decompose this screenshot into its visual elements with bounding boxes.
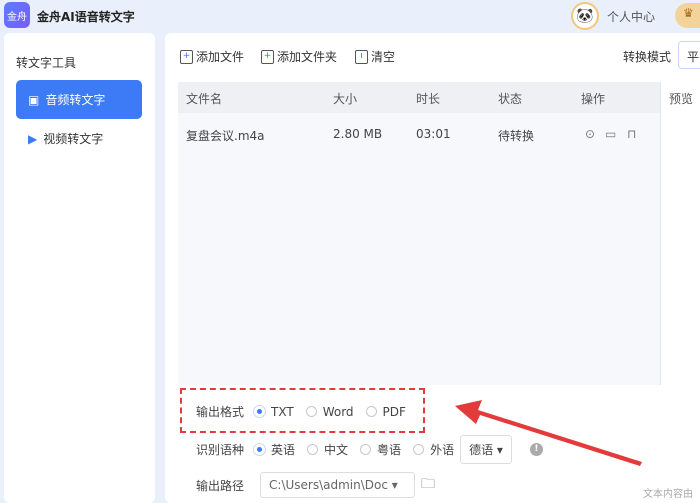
watermark: 文本内容由 <box>643 489 693 500</box>
annotation-arrow <box>455 400 642 466</box>
